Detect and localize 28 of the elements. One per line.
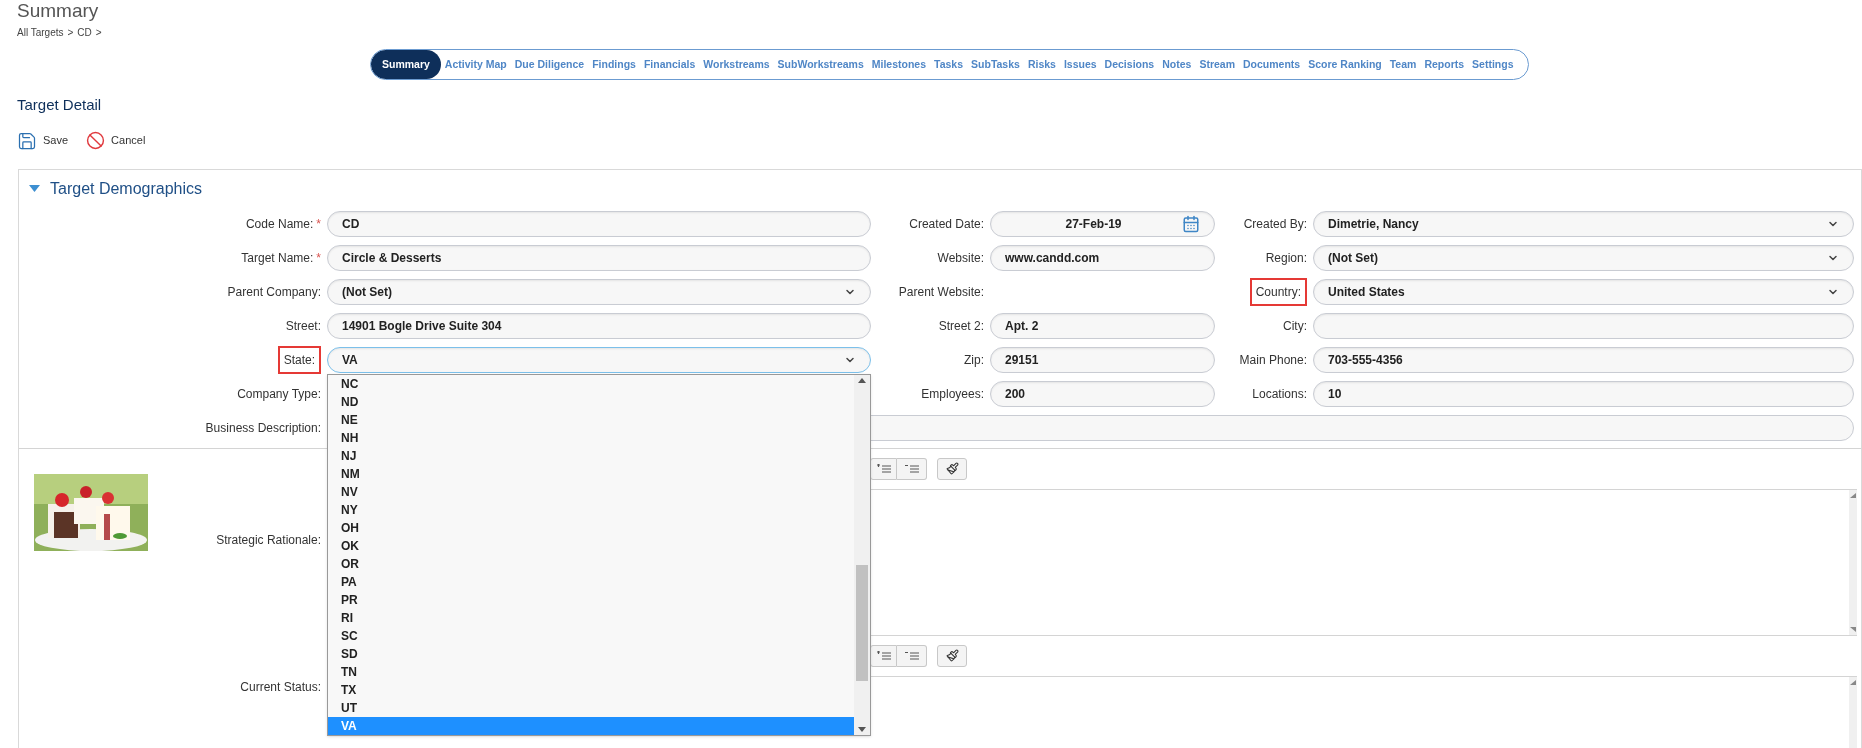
field-label: State: bbox=[283, 351, 315, 369]
section-title: Target Detail bbox=[17, 95, 103, 115]
field-label: Locations: bbox=[1252, 385, 1307, 403]
field-label: Company Type: bbox=[237, 385, 321, 403]
required-mark: * bbox=[316, 249, 321, 267]
field-label: Main Phone: bbox=[1239, 351, 1307, 369]
field-label: City: bbox=[1283, 317, 1307, 335]
field-label: Target Name: bbox=[241, 249, 314, 267]
field-label: Region: bbox=[1265, 249, 1307, 267]
breadcrumb-separator: > bbox=[95, 26, 102, 40]
field-label: Website: bbox=[937, 249, 984, 267]
field-label: Parent Website: bbox=[898, 283, 984, 301]
field-label: Street: bbox=[285, 317, 321, 335]
field-label: Parent Company: bbox=[227, 283, 321, 301]
field-label: Strategic Rationale: bbox=[216, 531, 321, 547]
field-label: Created By: bbox=[1243, 215, 1307, 233]
field-label: Employees: bbox=[921, 385, 984, 403]
field-label: Street 2: bbox=[938, 317, 984, 335]
field-label: Business Description: bbox=[205, 419, 321, 437]
panel-title: Target Demographics bbox=[50, 178, 203, 199]
field-label: Code Name: bbox=[245, 215, 314, 233]
field-label: Created Date: bbox=[909, 215, 984, 233]
breadcrumb-separator: > bbox=[67, 26, 74, 40]
field-label: Zip: bbox=[964, 351, 984, 369]
field-label: Current Status: bbox=[240, 678, 321, 694]
page-title: Summary bbox=[17, 0, 100, 22]
required-mark: * bbox=[316, 215, 321, 233]
field-label: Country: bbox=[1255, 283, 1301, 301]
